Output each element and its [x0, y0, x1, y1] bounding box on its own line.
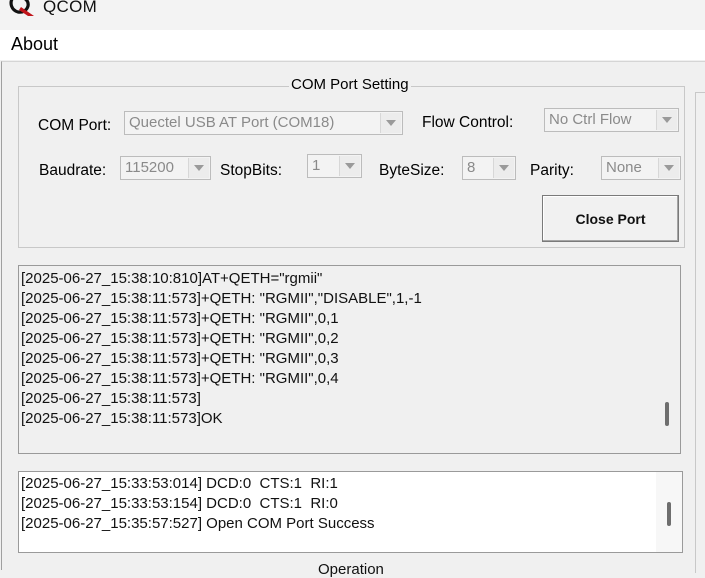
status-line: [2025-06-27_15:33:53:154] DCD:0 CTS:1 RI…	[21, 495, 338, 512]
chevron-down-icon	[664, 165, 674, 171]
stopbits-label: StopBits:	[220, 162, 283, 179]
status-log-lines: [2025-06-27_15:33:53:014] DCD:0 CTS:1 RI…	[21, 474, 375, 534]
status-log-output[interactable]: [2025-06-27_15:33:53:014] DCD:0 CTS:1 RI…	[18, 471, 683, 553]
chevron-down-icon	[194, 165, 204, 171]
parity-value: None	[606, 159, 642, 176]
baudrate-value: 115200	[125, 159, 174, 176]
parity-label: Parity:	[530, 162, 574, 179]
at-log-output[interactable]: [2025-06-27_15:38:10:810]AT+QETH="rgmii"…	[18, 265, 681, 454]
flow-control-select[interactable]: No Ctrl Flow	[544, 108, 679, 132]
bytesize-label: ByteSize:	[379, 162, 445, 179]
right-panel-frame	[695, 92, 705, 573]
com-port-value: Quectel USB AT Port (COM18)	[129, 114, 335, 131]
status-scrollbar[interactable]	[656, 472, 682, 552]
title-bar: QCOM	[0, 0, 705, 30]
log-line: [2025-06-27_15:38:11:573]+QETH: "RGMII",…	[21, 310, 339, 327]
qcom-logo-icon	[9, 0, 34, 16]
bytesize-select[interactable]: 8	[462, 156, 516, 180]
com-port-setting-title: COM Port Setting	[289, 76, 411, 93]
menu-bar: About	[0, 30, 705, 60]
log-line: [2025-06-27_15:38:11:573]OK	[21, 410, 223, 427]
baudrate-label: Baudrate:	[39, 162, 107, 179]
status-line: [2025-06-27_15:33:53:014] DCD:0 CTS:1 RI…	[21, 475, 338, 492]
stopbits-value: 1	[312, 157, 321, 174]
chevron-down-icon	[662, 117, 672, 123]
stopbits-select[interactable]: 1	[307, 154, 362, 178]
log-line: [2025-06-27_15:38:11:573]	[21, 390, 201, 407]
at-log-lines: [2025-06-27_15:38:10:810]AT+QETH="rgmii"…	[21, 269, 422, 429]
parity-select[interactable]: None	[601, 156, 681, 180]
log-line: [2025-06-27_15:38:11:573]+QETH: "RGMII",…	[21, 370, 339, 387]
chevron-down-icon	[386, 120, 396, 126]
status-scroll-thumb[interactable]	[667, 502, 671, 526]
log-line: [2025-06-27_15:38:11:573]+QETH: "RGMII",…	[21, 290, 422, 307]
baudrate-select[interactable]: 115200	[120, 156, 211, 180]
com-port-label: COM Port:	[38, 117, 112, 134]
log-line: [2025-06-27_15:38:11:573]+QETH: "RGMII",…	[21, 330, 339, 347]
window-title: QCOM	[43, 0, 98, 16]
log-line: [2025-06-27_15:38:11:573]+QETH: "RGMII",…	[21, 350, 339, 367]
menu-item-about[interactable]: About	[11, 34, 58, 55]
log-line: [2025-06-27_15:38:10:810]AT+QETH="rgmii"	[21, 270, 323, 287]
bytesize-value: 8	[467, 159, 476, 176]
chevron-down-icon	[499, 165, 509, 171]
chevron-down-icon	[345, 163, 355, 169]
close-port-button[interactable]: Close Port	[542, 195, 679, 242]
flow-control-label: Flow Control:	[422, 114, 514, 131]
log-scrollbar[interactable]	[654, 266, 680, 453]
status-line: [2025-06-27_15:35:57:527] Open COM Port …	[21, 515, 375, 532]
flow-control-value: No Ctrl Flow	[549, 111, 632, 128]
operation-group-title: Operation	[316, 561, 386, 578]
log-scroll-thumb[interactable]	[665, 402, 669, 426]
com-port-select[interactable]: Quectel USB AT Port (COM18)	[124, 111, 403, 135]
